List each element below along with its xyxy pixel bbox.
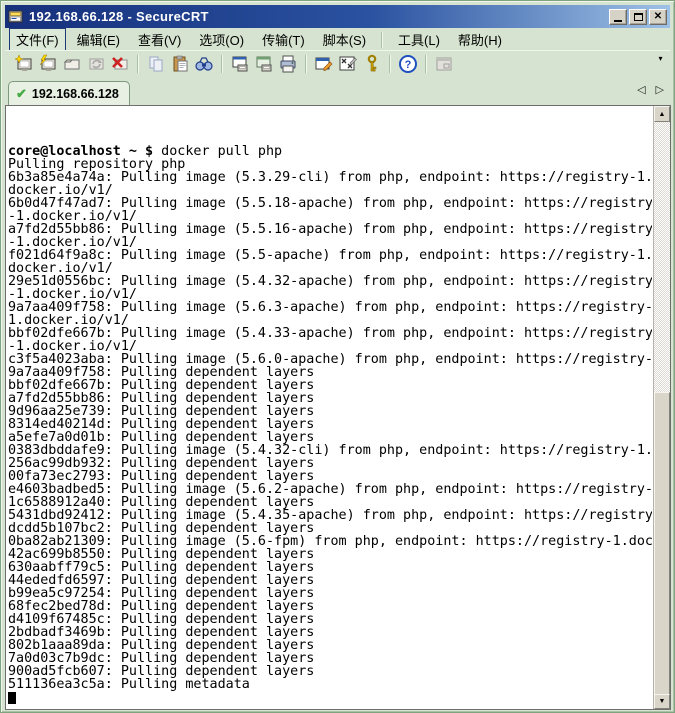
session-manager-button	[432, 53, 456, 75]
toolbar-overflow-icon: ▾	[658, 54, 662, 63]
session-options-icon	[314, 54, 334, 74]
toolbar-overflow-button[interactable]: ▾	[654, 53, 667, 68]
maximize-button[interactable]	[629, 9, 647, 25]
quick-connect-icon	[38, 54, 58, 74]
quick-connect-button[interactable]	[36, 53, 60, 75]
print-selection-icon	[254, 54, 274, 74]
tab-session[interactable]: ✔ 192.168.66.128	[8, 81, 130, 105]
tab-scroll-left-icon[interactable]: ◁	[637, 83, 645, 96]
find-button[interactable]	[192, 53, 216, 75]
menu-view[interactable]: 查看(V)	[131, 28, 188, 51]
print-screen-button[interactable]	[228, 53, 252, 75]
print-screen-icon	[230, 54, 250, 74]
tab-scroll-right-icon[interactable]: ▷	[656, 83, 664, 96]
session-options-button[interactable]	[312, 53, 336, 75]
paste-icon	[170, 54, 190, 74]
help-icon: ?	[398, 54, 418, 74]
key-agent-icon	[362, 54, 382, 74]
scrollbar-thumb[interactable]	[654, 392, 670, 699]
connect-button[interactable]	[12, 53, 36, 75]
clone-session-icon	[62, 54, 82, 74]
menu-help[interactable]: 帮助(H)	[451, 28, 509, 51]
minimize-icon	[614, 20, 622, 22]
keymap-editor-button[interactable]	[336, 53, 360, 75]
app-icon[interactable]	[8, 9, 24, 25]
scroll-down-icon: ▼	[659, 698, 666, 705]
connect-icon	[14, 54, 34, 74]
reconnect-icon	[86, 54, 106, 74]
tab-label: 192.168.66.128	[32, 87, 119, 101]
scroll-up-icon: ▲	[659, 111, 666, 118]
help-button[interactable]: ?	[396, 53, 420, 75]
minimize-button[interactable]	[609, 9, 627, 25]
vertical-scrollbar[interactable]: ▲ ▼	[653, 106, 670, 709]
toolbar: ? ▾	[5, 50, 670, 77]
securecrt-window: 192.168.66.128 - SecureCRT ✕ 文件(F) 编辑(E)…	[0, 0, 675, 713]
session-manager-icon	[434, 54, 454, 74]
menu-script[interactable]: 脚本(S)	[316, 28, 373, 51]
toolbar-separator	[389, 55, 391, 73]
copy-icon	[146, 54, 166, 74]
reconnect-button	[84, 53, 108, 75]
window-title: 192.168.66.128 - SecureCRT	[29, 9, 609, 24]
menu-transfer[interactable]: 传输(T)	[255, 28, 312, 51]
menu-file[interactable]: 文件(F)	[9, 28, 66, 51]
terminal-output: Pulling repository php 6b3a85e4a74a: Pul…	[8, 158, 652, 691]
maximize-icon	[634, 13, 643, 21]
menu-tools[interactable]: 工具(L)	[391, 28, 447, 51]
terminal-panel[interactable]: core@localhost ~ $ docker pull phpPullin…	[5, 105, 671, 710]
paste-button[interactable]	[168, 53, 192, 75]
find-icon	[194, 54, 214, 74]
toolbar-separator	[137, 55, 139, 73]
menu-separator	[381, 32, 383, 48]
toolbar-separator	[425, 55, 427, 73]
terminal-cursor	[8, 692, 16, 704]
clone-session-button[interactable]	[60, 53, 84, 75]
svg-text:?: ?	[405, 59, 412, 71]
print-selection-button[interactable]	[252, 53, 276, 75]
terminal-screen[interactable]: core@localhost ~ $ docker pull phpPullin…	[6, 106, 652, 709]
print-button[interactable]	[276, 53, 300, 75]
close-icon: ✕	[654, 11, 662, 22]
tab-bar: ✔ 192.168.66.128 ◁ ▷	[5, 77, 670, 105]
disconnect-icon	[110, 54, 130, 74]
copy-button	[144, 53, 168, 75]
close-button[interactable]: ✕	[649, 9, 667, 25]
menu-bar: 文件(F) 编辑(E) 查看(V) 选项(O) 传输(T) 脚本(S) 工具(L…	[5, 29, 670, 50]
scroll-up-button[interactable]: ▲	[654, 106, 670, 122]
key-agent-button[interactable]	[360, 53, 384, 75]
print-icon	[278, 54, 298, 74]
connected-check-icon: ✔	[16, 86, 27, 102]
disconnect-button[interactable]	[108, 53, 132, 75]
toolbar-separator	[221, 55, 223, 73]
title-bar: 192.168.66.128 - SecureCRT ✕	[5, 5, 670, 28]
menu-options[interactable]: 选项(O)	[192, 28, 251, 51]
toolbar-separator	[305, 55, 307, 73]
keymap-editor-icon	[338, 54, 358, 74]
menu-edit[interactable]: 编辑(E)	[70, 28, 127, 51]
scroll-down-button[interactable]: ▼	[654, 694, 670, 709]
